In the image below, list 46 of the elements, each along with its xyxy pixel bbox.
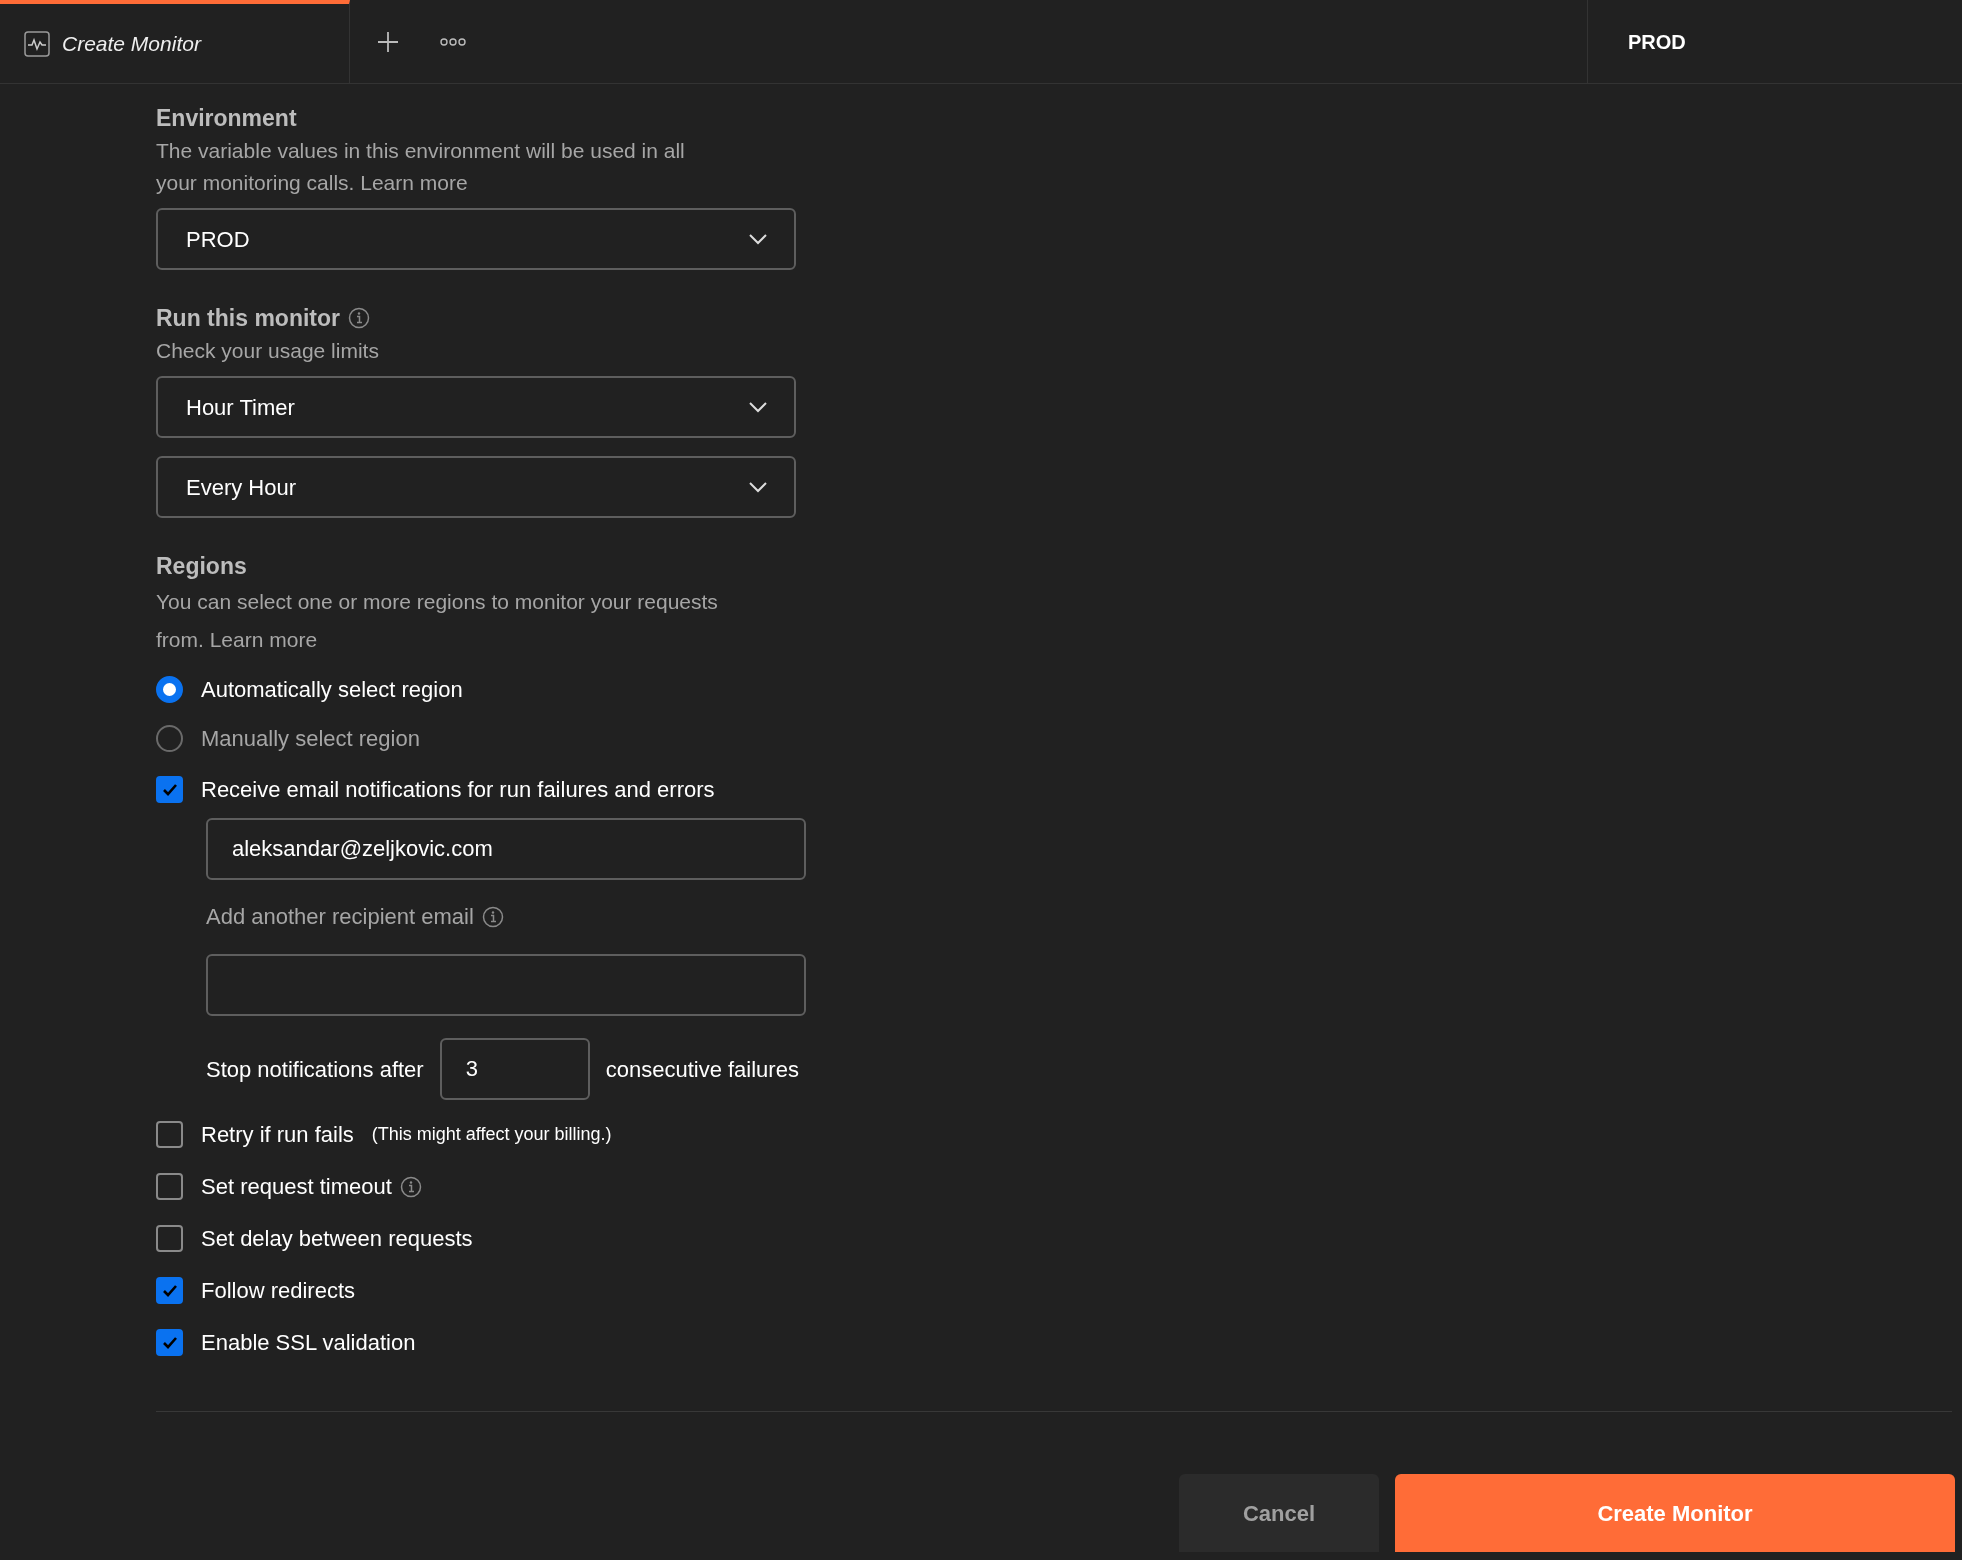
learn-more-link[interactable]: Learn more: [360, 171, 468, 194]
option-label: Set delay between requests: [201, 1225, 473, 1253]
checkbox[interactable]: [156, 1173, 183, 1200]
number-field[interactable]: 3: [439, 1038, 590, 1100]
section-title: Environment: [156, 104, 298, 133]
radio-button[interactable]: [156, 725, 183, 752]
info-icon[interactable]: [348, 307, 370, 329]
option-label: Enable SSL validation: [201, 1329, 416, 1357]
learn-more-link[interactable]: Learn more: [209, 628, 318, 651]
dropdown[interactable]: Hour Timer: [156, 376, 796, 438]
note-text: (This might affect your billing.): [371, 1123, 612, 1146]
option-label: Retry if run fails: [201, 1121, 354, 1149]
option-label: Receive email notifications for run failures and errors: [201, 776, 715, 804]
chevron-down-icon: [748, 400, 768, 414]
info-icon[interactable]: [481, 905, 504, 928]
environment-label: PROD: [1587, 0, 1962, 83]
option-label: Follow redirects: [201, 1277, 356, 1305]
email-field[interactable]: [206, 954, 806, 1016]
option-label: Manually select region: [201, 725, 420, 753]
checkbox[interactable]: [156, 1329, 183, 1356]
description: Check your usage limits: [156, 338, 380, 364]
field-label: consecutive failures: [605, 1055, 799, 1084]
description: You can select one or more regions to monitor your requests from. Learn more: [156, 589, 719, 653]
tab[interactable]: Create Monitor: [0, 0, 350, 83]
option-label: Automatically select region: [201, 676, 463, 704]
option-label: Set request timeout: [201, 1173, 392, 1201]
chevron-down-icon: [748, 232, 768, 246]
checkbox[interactable]: [156, 1277, 183, 1304]
checkbox[interactable]: [156, 1121, 183, 1148]
section-title: Run this monitor: [156, 304, 340, 333]
description: The variable values in this environment will be used in all your monitoring calls. Learn more: [156, 138, 686, 196]
checkbox[interactable]: [156, 1225, 183, 1252]
radio-button[interactable]: [156, 676, 183, 703]
cancel-button[interactable]: Cancel: [1179, 1474, 1379, 1552]
email-field[interactable]: aleksandar@zeljkovic.com: [206, 818, 806, 880]
section-title: Regions: [156, 552, 248, 581]
plus-icon: [376, 29, 400, 54]
chevron-down-icon: [748, 480, 768, 494]
activity-icon: [24, 30, 50, 57]
checkbox[interactable]: [156, 776, 183, 803]
dropdown[interactable]: Every Hour: [156, 456, 796, 518]
info-icon[interactable]: [399, 1175, 422, 1198]
dropdown[interactable]: PROD: [156, 208, 796, 270]
field-label: Stop notifications after: [206, 1055, 424, 1084]
field-label: Add another recipient email: [206, 903, 474, 931]
more-icon: [440, 36, 466, 47]
